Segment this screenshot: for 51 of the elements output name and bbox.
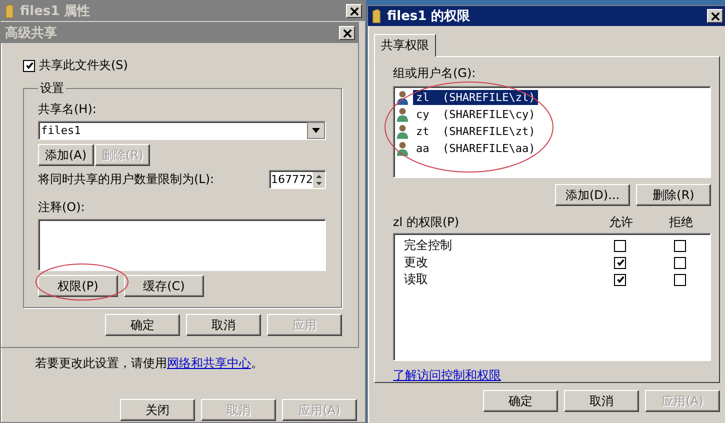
- field-label: 注释(O):: [38, 199, 86, 216]
- checkbox[interactable]: [674, 274, 686, 286]
- window-title: 高级共享: [5, 24, 58, 42]
- button[interactable]: 确定: [105, 314, 180, 336]
- network-center-link[interactable]: 网络和共享中心: [167, 356, 251, 370]
- field-label: 将同时共享的用户数量限制为(L):: [38, 171, 214, 188]
- button[interactable]: 缓存(C): [124, 275, 204, 297]
- permission-label: 完全控制: [403, 237, 453, 254]
- checkbox[interactable]: [614, 256, 626, 268]
- user-icon: [396, 90, 409, 105]
- button[interactable]: 删除(R): [636, 184, 711, 206]
- column-header: 允许: [608, 214, 634, 231]
- field-label: zl 的权限(P): [393, 214, 460, 231]
- checkbox[interactable]: [23, 60, 35, 72]
- window-title: files1 属性: [20, 3, 92, 20]
- folder-icon: [372, 8, 381, 24]
- list-item[interactable]: zl (SHAREFILE\zl): [413, 90, 538, 105]
- user-icon: [396, 141, 409, 156]
- button[interactable]: 确定: [483, 390, 558, 412]
- button[interactable]: 关闭: [120, 399, 195, 421]
- permission-label: 读取: [403, 271, 429, 288]
- tab[interactable]: 共享权限: [374, 34, 436, 57]
- notice-text: 若要更改此设置，请使用网络和共享中心。: [35, 354, 263, 372]
- button[interactable]: 取消: [186, 314, 261, 336]
- column-header: 拒绝: [668, 214, 694, 231]
- user-icon: [396, 124, 409, 139]
- list-item[interactable]: zt (SHAREFILE\zt): [413, 124, 538, 139]
- list-item[interactable]: aa (SHAREFILE\aa): [413, 141, 538, 156]
- button[interactable]: 取消: [564, 390, 639, 412]
- share-name-combobox[interactable]: files1: [38, 121, 326, 140]
- checkbox[interactable]: [674, 256, 686, 268]
- checkbox[interactable]: [674, 240, 686, 252]
- checkbox[interactable]: [614, 240, 626, 252]
- close-button[interactable]: [707, 9, 723, 23]
- permission-label: 更改: [403, 254, 429, 271]
- spinner-arrows-icon[interactable]: [313, 172, 325, 188]
- button[interactable]: 权限(P): [38, 275, 118, 297]
- window-title: files1 的权限: [387, 8, 472, 25]
- field-label: 共享名(H):: [38, 101, 98, 118]
- button[interactable]: 添加(D)...: [555, 184, 630, 206]
- folder-icon: [5, 4, 14, 18]
- limit-spinner[interactable]: 167772: [269, 170, 326, 189]
- help-link[interactable]: 了解访问控制和权限: [393, 368, 501, 382]
- user-icon: [396, 107, 409, 122]
- group-label: 设置: [39, 80, 65, 97]
- close-icon[interactable]: [710, 12, 720, 20]
- field-label: 组或用户名(G):: [393, 65, 477, 82]
- checkbox[interactable]: [614, 274, 626, 286]
- list-item[interactable]: cy (SHAREFILE\cy): [413, 107, 538, 122]
- checkbox-label: 共享此文件夹(S): [39, 57, 128, 74]
- button[interactable]: 添加(A): [38, 144, 94, 166]
